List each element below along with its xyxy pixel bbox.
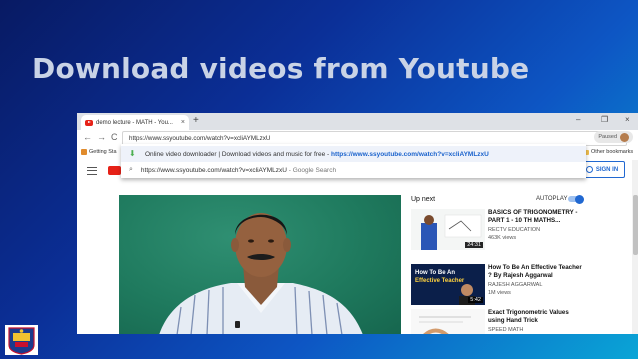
new-tab-button[interactable]: +: [193, 115, 199, 126]
video-thumbnail[interactable]: How To Be An Effective Teacher 5:42: [411, 264, 485, 305]
user-icon: [585, 166, 593, 173]
autoplay-label: AUTOPLAY: [536, 196, 568, 202]
autoplay-toggle[interactable]: [568, 194, 584, 204]
back-button[interactable]: ←: [83, 132, 92, 142]
channel-name[interactable]: RAJESH AGGARWAL: [488, 282, 542, 288]
forward-button[interactable]: →: [97, 132, 106, 142]
view-count: 463K views: [488, 235, 517, 241]
close-window-button[interactable]: ×: [625, 115, 630, 124]
youtube-logo-icon[interactable]: [108, 166, 121, 175]
recommendation-item[interactable]: How To Be An Effective Teacher 5:42 How …: [411, 264, 586, 306]
tab-title: demo lecture - MATH - You...: [96, 119, 173, 126]
recommendation-item[interactable]: Exact Trigonometric Values using Hand Tr…: [411, 309, 586, 334]
youtube-favicon-icon: [85, 119, 93, 126]
close-tab-icon[interactable]: ×: [181, 119, 185, 126]
video-title[interactable]: Exact Trigonometric Values using Hand Tr…: [488, 309, 586, 325]
avatar: [620, 132, 629, 142]
institution-logo: [5, 325, 38, 355]
restore-button[interactable]: ❐: [601, 115, 608, 124]
video-title[interactable]: BASICS OF TRIGONOMETRY - PART 1 - 10 TH …: [488, 209, 586, 225]
search-icon: ⌕: [129, 166, 133, 173]
tab-strip: demo lecture - MATH - You... × + – ❐ ×: [77, 113, 638, 130]
video-thumbnail[interactable]: [411, 309, 485, 334]
address-text: https://www.ssyoutube.com/watch?v=xcliAY…: [129, 135, 271, 142]
browser-screenshot: demo lecture - MATH - You... × + – ❐ × ←…: [77, 113, 638, 334]
suggestion-search[interactable]: ⌕ https://www.ssyoutube.com/watch?v=xcli…: [121, 162, 586, 178]
view-count: 1M views: [488, 290, 511, 296]
video-player[interactable]: [119, 195, 401, 334]
video-title[interactable]: How To Be An Effective Teacher ? By Raje…: [488, 264, 586, 280]
channel-name[interactable]: SPEED MATH: [488, 327, 523, 333]
suggestion-downloader[interactable]: ⬇ Online video downloader | Download vid…: [121, 146, 586, 162]
recommendation-item[interactable]: 24:31 BASICS OF TRIGONOMETRY - PART 1 - …: [411, 209, 586, 251]
browser-tab[interactable]: demo lecture - MATH - You... ×: [81, 115, 189, 130]
bookmark-other[interactable]: Other bookmarks: [582, 149, 633, 155]
bookmark-icon: [81, 149, 87, 155]
page-scrollbar[interactable]: [632, 160, 638, 334]
scrollbar-thumb[interactable]: [633, 195, 638, 255]
presenter-image: [159, 213, 363, 334]
slide-title: Download videos from Youtube: [32, 52, 530, 85]
download-icon: ⬇: [129, 149, 136, 158]
bookmark-getting-started[interactable]: Getting Sta: [81, 149, 117, 155]
profile-status-label: Paused: [598, 134, 617, 140]
reload-button[interactable]: C: [111, 132, 118, 142]
up-next-label: Up next: [411, 196, 436, 203]
minimize-button[interactable]: –: [576, 115, 580, 124]
channel-name[interactable]: RECTV EDUCATION: [488, 227, 540, 233]
video-thumbnail[interactable]: 24:31: [411, 209, 485, 250]
thumbnail-image: [411, 309, 485, 334]
menu-icon[interactable]: [87, 167, 97, 175]
omnibox-suggestions: ⬇ Online video downloader | Download vid…: [121, 144, 586, 178]
video-duration: 5:42: [468, 297, 483, 303]
profile-status[interactable]: Paused: [594, 131, 633, 143]
video-duration: 24:31: [465, 242, 483, 248]
